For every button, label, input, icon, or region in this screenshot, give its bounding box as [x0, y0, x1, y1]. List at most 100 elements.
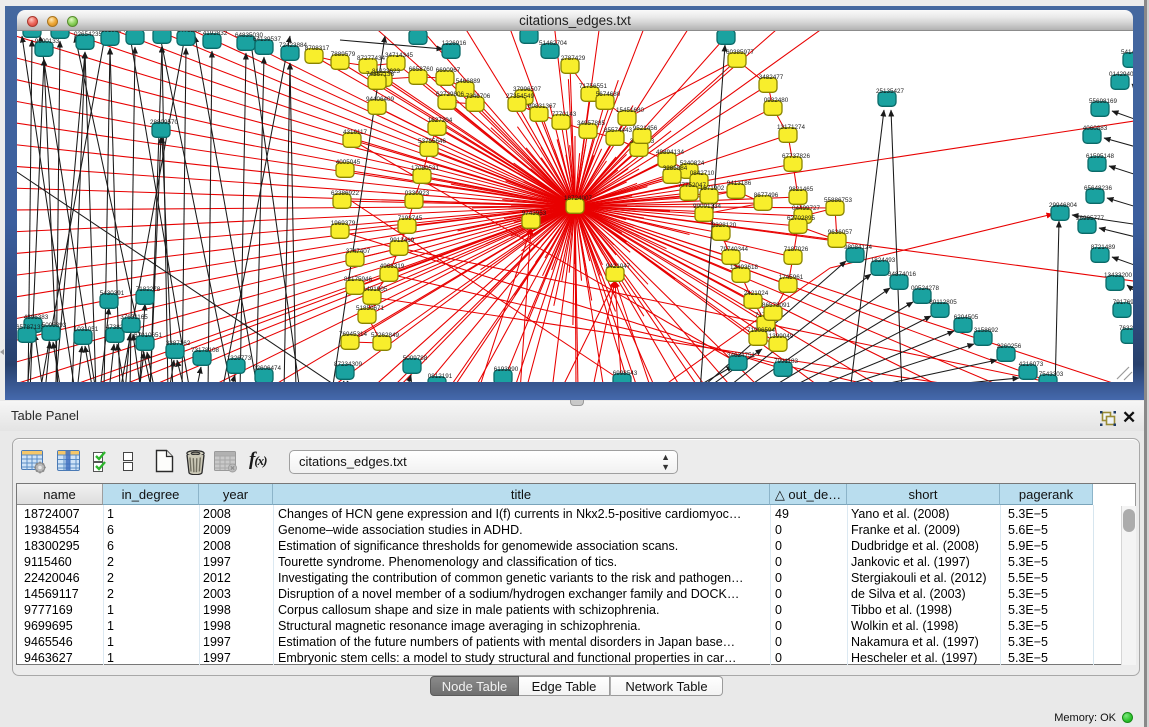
svg-text:5430391: 5430391 — [100, 290, 125, 297]
svg-text:79740344: 79740344 — [720, 246, 749, 253]
svg-text:8721489: 8721489 — [1091, 244, 1116, 251]
svg-text:72423884: 72423884 — [279, 42, 308, 49]
svg-text:71756551: 71756551 — [579, 83, 608, 90]
svg-text:6475255: 6475255 — [177, 31, 202, 34]
svg-text:65648236: 65648236 — [1084, 185, 1113, 192]
svg-text:51462704: 51462704 — [539, 40, 568, 47]
svg-text:4316117: 4316117 — [343, 129, 368, 136]
svg-text:37631165: 37631165 — [120, 314, 148, 321]
svg-text:2260256: 2260256 — [997, 343, 1022, 350]
svg-text:4966319: 4966319 — [380, 263, 405, 270]
svg-text:1627204: 1627204 — [428, 117, 453, 124]
svg-text:53755646: 53755646 — [418, 138, 447, 145]
svg-text:0932480: 0932480 — [764, 97, 789, 104]
svg-text:9521456: 9521456 — [633, 125, 658, 132]
svg-text:97848018: 97848018 — [518, 31, 547, 32]
svg-text:0812191: 0812191 — [428, 373, 453, 380]
svg-text:28809570: 28809570 — [150, 119, 179, 126]
svg-text:62729806: 62729806 — [436, 91, 465, 98]
svg-text:86578091: 86578091 — [762, 302, 791, 309]
svg-text:7917693: 7917693 — [1113, 299, 1133, 306]
svg-text:15451680: 15451680 — [616, 107, 645, 114]
svg-text:49894134: 49894134 — [656, 149, 685, 156]
svg-text:34874016: 34874016 — [888, 271, 917, 278]
svg-text:1745961: 1745961 — [779, 274, 804, 281]
svg-text:4896383: 4896383 — [24, 314, 49, 321]
svg-text:02606474: 02606474 — [253, 365, 282, 372]
svg-text:7889579: 7889579 — [331, 51, 356, 58]
svg-text:85574443: 85574443 — [604, 127, 633, 134]
svg-text:3747407: 3747407 — [346, 248, 371, 255]
svg-text:3482477: 3482477 — [759, 74, 784, 81]
svg-text:5098393: 5098393 — [42, 322, 67, 329]
svg-text:8708317: 8708317 — [305, 45, 330, 52]
svg-text:34957885: 34957885 — [577, 120, 606, 127]
svg-text:25135427: 25135427 — [876, 88, 905, 95]
svg-text:4216073: 4216073 — [1019, 361, 1044, 368]
svg-text:36995777: 36995777 — [1076, 215, 1105, 222]
svg-text:7816184: 7816184 — [126, 31, 151, 33]
svg-text:13433200: 13433200 — [1104, 272, 1133, 279]
svg-text:55886753: 55886753 — [824, 197, 853, 204]
svg-text:6998543: 6998543 — [613, 370, 638, 377]
svg-text:51850671: 51850671 — [356, 305, 385, 312]
svg-text:01429401: 01429401 — [1109, 71, 1133, 78]
svg-text:27354549: 27354549 — [506, 93, 535, 100]
svg-text:4060883: 4060883 — [1083, 125, 1108, 132]
svg-text:60385977: 60385977 — [726, 49, 755, 56]
svg-text:9743953: 9743953 — [522, 210, 547, 217]
svg-text:9912419: 9912419 — [390, 237, 415, 244]
svg-text:82175946: 82175946 — [344, 276, 373, 283]
svg-text:1226916: 1226916 — [442, 40, 467, 47]
svg-text:7182278: 7182278 — [136, 286, 161, 293]
svg-text:2787429: 2787429 — [561, 55, 586, 62]
svg-text:7187026: 7187026 — [784, 246, 809, 253]
svg-text:1671902: 1671902 — [700, 185, 725, 192]
svg-text:9413186: 9413186 — [727, 180, 752, 187]
svg-text:1615594: 1615594 — [101, 31, 126, 34]
svg-text:13171274: 13171274 — [777, 124, 806, 131]
svg-text:1824493: 1824493 — [871, 257, 896, 264]
svg-text:0842710: 0842710 — [690, 170, 715, 177]
svg-text:1399049: 1399049 — [769, 333, 794, 340]
svg-text:8148932: 8148932 — [717, 31, 742, 33]
svg-text:5009788: 5009788 — [403, 355, 428, 362]
svg-text:8677496: 8677496 — [754, 192, 779, 199]
svg-text:67010651: 67010651 — [134, 332, 163, 339]
svg-text:3285884: 3285884 — [663, 165, 688, 172]
svg-text:7543303: 7543303 — [1039, 371, 1064, 378]
svg-text:7346706: 7346706 — [466, 93, 491, 100]
svg-text:34624751: 34624751 — [727, 352, 756, 359]
svg-text:37996507: 37996507 — [513, 86, 542, 93]
svg-text:4192832: 4192832 — [203, 31, 228, 37]
svg-text:7770143: 7770143 — [552, 111, 577, 118]
svg-text:5466889: 5466889 — [456, 78, 481, 85]
svg-text:62702895: 62702895 — [787, 215, 816, 222]
svg-text:99091334: 99091334 — [693, 203, 722, 210]
svg-text:00524278: 00524278 — [911, 285, 940, 292]
svg-text:13493618: 13493618 — [730, 264, 759, 271]
svg-text:1491905: 1491905 — [363, 286, 388, 293]
svg-text:5674680: 5674680 — [596, 91, 621, 98]
svg-text:6204505: 6204505 — [954, 314, 979, 321]
svg-text:67737826: 67737826 — [782, 153, 811, 160]
svg-text:80831367: 80831367 — [528, 103, 557, 110]
svg-text:9821465: 9821465 — [789, 186, 814, 193]
svg-text:9636057: 9636057 — [828, 229, 853, 236]
svg-text:87277434: 87277434 — [357, 55, 386, 62]
svg-text:0330923: 0330923 — [405, 190, 430, 197]
svg-text:98084124: 98084124 — [844, 244, 873, 251]
svg-text:57262849: 57262849 — [371, 332, 400, 339]
svg-text:6193990: 6193990 — [494, 366, 519, 373]
svg-text:80112805: 80112805 — [929, 299, 957, 306]
svg-text:6690967: 6690967 — [436, 67, 461, 74]
svg-text:2328120: 2328120 — [712, 222, 737, 229]
svg-text:1326773: 1326773 — [227, 355, 252, 362]
svg-text:65787133: 65787133 — [17, 324, 44, 331]
svg-text:94406409: 94406409 — [366, 96, 395, 103]
svg-text:87234309: 87234309 — [334, 361, 363, 368]
svg-text:17080531: 17080531 — [411, 165, 440, 172]
svg-text:34714345: 34714345 — [385, 52, 414, 59]
svg-text:02654235: 02654235 — [74, 31, 103, 38]
svg-text:74367136: 74367136 — [366, 71, 395, 78]
